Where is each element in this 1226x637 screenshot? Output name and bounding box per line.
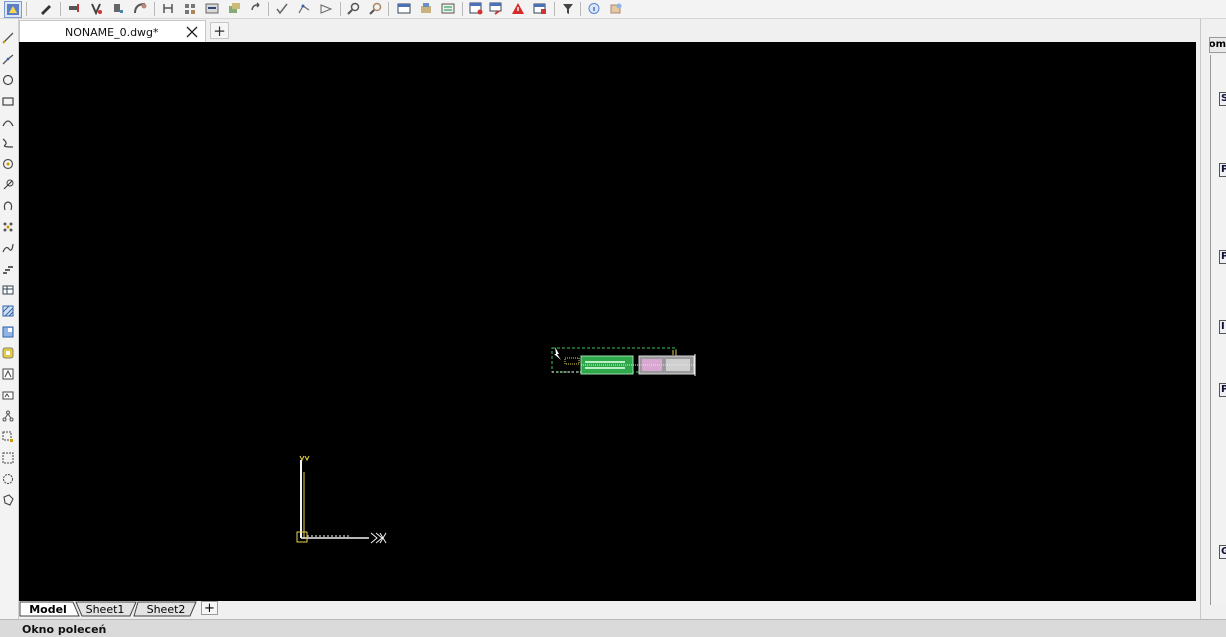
spline-fit-icon[interactable] (1, 241, 15, 255)
audit-icon[interactable] (532, 1, 548, 16)
extend-icon[interactable] (66, 1, 82, 16)
properties-category-label: P (1221, 164, 1226, 175)
left-toolbar (0, 19, 19, 619)
multiline-icon[interactable] (1, 262, 15, 276)
layer-state-icon[interactable] (226, 1, 242, 16)
select-polygon-icon[interactable] (1, 493, 15, 507)
circle-icon[interactable] (1, 73, 15, 87)
properties-panel-title: om (1209, 37, 1226, 53)
mtext-icon[interactable] (1, 388, 15, 402)
add-sheet-button[interactable]: + (201, 601, 218, 616)
array-icon[interactable] (182, 1, 198, 16)
info-icon[interactable] (586, 1, 602, 16)
select-window-icon[interactable] (1, 430, 15, 444)
properties-category[interactable]: G (1219, 545, 1226, 559)
line-icon[interactable] (1, 31, 15, 45)
polyline-icon[interactable] (1, 52, 15, 66)
properties-category-label: I (1221, 321, 1225, 332)
arc-icon[interactable] (1, 115, 15, 129)
point-icon[interactable] (1, 220, 15, 234)
drawing-block-group (551, 347, 696, 376)
donut-icon[interactable] (1, 157, 15, 171)
properties-category-label: G (1221, 546, 1226, 557)
sheet-tab-bar: Model Sheet1 Sheet2 + (19, 601, 1197, 618)
select-circle-icon[interactable] (1, 472, 15, 486)
zoom-icon[interactable] (346, 1, 362, 16)
properties-category[interactable]: S (1219, 92, 1226, 106)
command-window[interactable]: Okno poleceń (0, 619, 1226, 637)
region-icon[interactable] (1, 346, 15, 360)
properties-panel-title-text: om (1209, 39, 1226, 50)
triangle-arrow-icon[interactable] (318, 1, 334, 16)
properties-category-label: P (1221, 384, 1226, 395)
text-icon[interactable] (1, 367, 15, 381)
pencil-icon[interactable] (38, 1, 54, 16)
close-icon[interactable] (184, 24, 200, 40)
sheet-tab-sheet1[interactable]: Sheet1 (81, 601, 129, 617)
document-tab[interactable]: NONAME_0.dwg* (19, 20, 206, 42)
redraw-icon[interactable] (488, 1, 504, 16)
drawing-canvas[interactable] (19, 42, 1196, 601)
table-icon[interactable] (396, 1, 412, 16)
warning-icon[interactable] (510, 1, 526, 16)
properties-category-label: S (1221, 93, 1226, 104)
properties-category[interactable]: I (1219, 320, 1226, 334)
render-icon[interactable] (608, 1, 624, 16)
hatch-icon[interactable] (1, 304, 15, 318)
rectangle-icon[interactable] (1, 94, 15, 108)
properties-category[interactable]: P (1219, 250, 1226, 264)
mirror-icon[interactable] (160, 1, 176, 16)
app-logo-icon[interactable] (4, 1, 22, 18)
zoom-realtime-icon[interactable] (368, 1, 384, 16)
spline-icon[interactable] (1, 136, 15, 150)
sheet-tab-sheet2[interactable]: Sheet2 (141, 601, 191, 617)
top-toolbar (0, 0, 1226, 19)
revcloud-icon[interactable] (1, 178, 15, 192)
block-icon[interactable] (1, 409, 15, 423)
new-tab-button[interactable]: + (210, 22, 229, 40)
fillet-icon[interactable] (132, 1, 148, 16)
sheet-tab-model[interactable]: Model (23, 601, 73, 617)
command-window-label: Okno poleceń (22, 623, 107, 636)
gradient-icon[interactable] (1, 325, 15, 339)
drawing-content (296, 347, 696, 544)
attribute-icon[interactable] (440, 1, 456, 16)
layer-props-icon[interactable] (204, 1, 220, 16)
properties-category[interactable]: P (1219, 163, 1226, 177)
report-icon[interactable] (468, 1, 484, 16)
select-crossing-icon[interactable] (1, 451, 15, 465)
filter-icon[interactable] (560, 1, 576, 16)
check-icon[interactable] (274, 1, 290, 16)
table-tool-icon[interactable] (1, 283, 15, 297)
break-icon[interactable] (110, 1, 126, 16)
insert-block-icon[interactable] (418, 1, 434, 16)
trim-icon[interactable] (88, 1, 104, 16)
polyline-vertex-icon[interactable] (296, 1, 312, 16)
ellipse-icon[interactable] (1, 199, 15, 213)
document-tab-strip: NONAME_0.dwg* + (19, 19, 1197, 42)
properties-category-label: P (1221, 251, 1226, 262)
ucs-icon (296, 455, 387, 544)
document-tab-title: NONAME_0.dwg* (65, 26, 159, 39)
rotate-icon[interactable] (248, 1, 264, 16)
properties-category[interactable]: P (1219, 383, 1226, 397)
